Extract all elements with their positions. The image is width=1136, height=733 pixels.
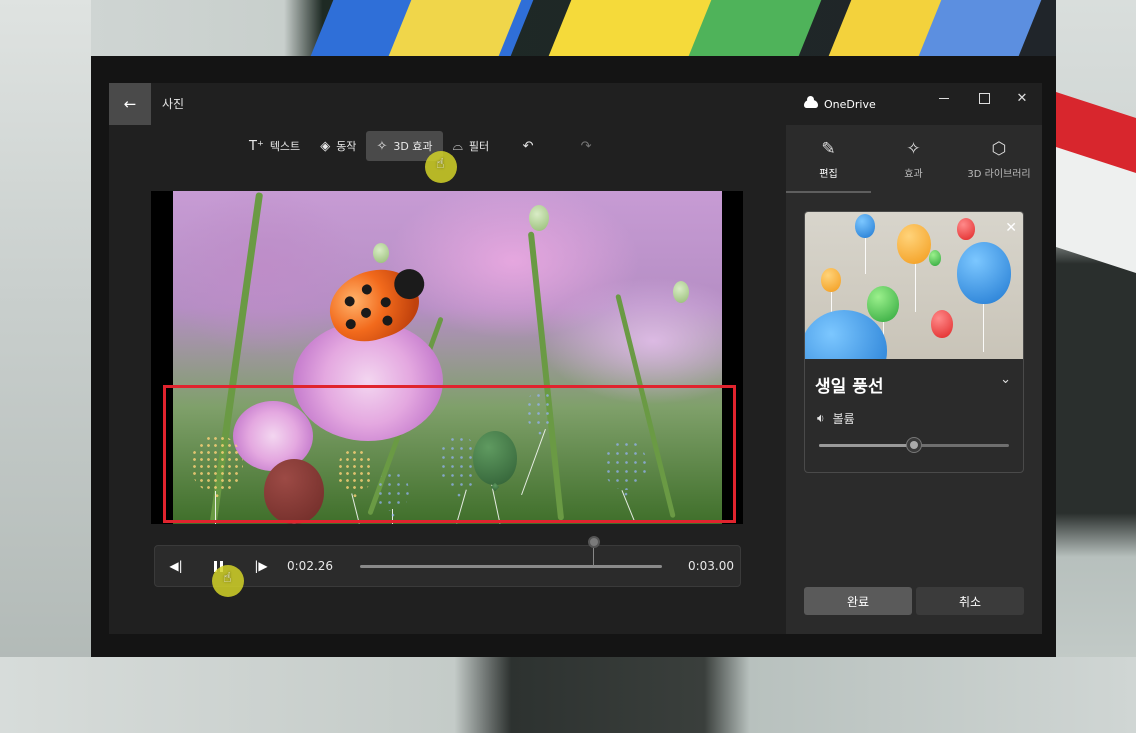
previous-frame-button[interactable]: ◀|	[165, 546, 187, 586]
hand-cursor-icon: ☝	[223, 570, 232, 586]
done-button[interactable]: 완료	[804, 587, 912, 615]
tab-effects[interactable]: ✧ 효과	[871, 125, 956, 193]
volume-slider-thumb[interactable]	[906, 437, 922, 453]
current-time: 0:02.26	[287, 559, 334, 573]
effect-title: 생일 풍선	[815, 377, 884, 397]
app-surface: ← 사진 OneDrive ✕ T⁺ 텍스트 ◈ 동작 ✧ 3D 효과 ⌓ 필터…	[109, 83, 1042, 634]
tab-edit[interactable]: ✎ 편집	[786, 125, 871, 193]
effect-card: ✕ 생일 풍선 ⌄ 🔉︎ 볼륨	[804, 211, 1024, 473]
remove-effect-button[interactable]: ✕	[1005, 220, 1017, 236]
onedrive-status[interactable]: OneDrive	[804, 83, 876, 125]
tab-3d-library[interactable]: ⬡ 3D 라이브러리	[956, 125, 1042, 193]
cancel-button[interactable]: 취소	[916, 587, 1024, 615]
text-tool-label: 텍스트	[269, 140, 301, 153]
filter-icon: ⌓	[452, 138, 463, 154]
step-forward-icon: |▶	[254, 559, 268, 573]
volume-slider-fill	[819, 444, 914, 447]
onedrive-label: OneDrive	[824, 97, 876, 111]
close-icon: ✕	[1016, 90, 1028, 106]
timeline-playhead[interactable]	[588, 536, 600, 548]
close-button[interactable]: ✕	[1002, 83, 1042, 113]
minimize-icon	[939, 97, 949, 99]
chevron-down-icon[interactable]: ⌄	[1000, 372, 1011, 387]
volume-label: 볼륨	[832, 412, 855, 426]
text-tool-button[interactable]: T⁺ 텍스트	[239, 131, 310, 161]
volume-row: 🔉︎ 볼륨	[817, 410, 855, 427]
filter-tool-label: 필터	[468, 140, 490, 153]
app-title: 사진	[162, 97, 185, 111]
pencil-icon: ✎	[821, 138, 836, 159]
photos-app-window: ← 사진 OneDrive ✕ T⁺ 텍스트 ◈ 동작 ✧ 3D 효과 ⌓ 필터…	[91, 56, 1056, 657]
volume-slider[interactable]	[819, 437, 1009, 453]
minimize-button[interactable]	[924, 83, 964, 113]
tab-edit-label: 편집	[819, 168, 838, 180]
3d-effects-tool-label: 3D 효과	[393, 140, 433, 153]
motion-tool-button[interactable]: ◈ 동작	[310, 131, 366, 161]
timeline-track[interactable]	[360, 565, 662, 568]
back-button[interactable]: ←	[109, 83, 151, 125]
cube-icon: ⬡	[991, 138, 1007, 159]
speaker-icon: 🔉︎	[817, 411, 825, 425]
sparkle-icon: ✧	[906, 138, 921, 159]
maximize-icon	[978, 92, 990, 104]
text-add-icon: T⁺	[249, 138, 264, 154]
edit-toolbar: T⁺ 텍스트 ◈ 동작 ✧ 3D 효과 ⌓ 필터 ↶ ↷	[239, 131, 615, 161]
total-time: 0:03.00	[687, 559, 734, 573]
tab-3d-library-label: 3D 라이브러리	[967, 168, 1031, 180]
back-arrow-icon: ←	[123, 95, 137, 113]
maximize-button[interactable]	[964, 83, 1004, 113]
redo-button[interactable]: ↷	[557, 131, 615, 161]
effect-thumbnail: ✕	[805, 212, 1023, 359]
3d-effects-icon: ✧	[376, 138, 388, 154]
motion-tool-label: 동작	[336, 140, 357, 153]
cloud-icon	[804, 96, 818, 108]
title-bar: ← 사진 OneDrive ✕	[109, 83, 1042, 125]
effects-side-panel: ✎ 편집 ✧ 효과 ⬡ 3D 라이브러리 ✕ 생일 풍선 ⌄ 🔉︎ 볼륨 완료 …	[786, 125, 1042, 634]
video-preview[interactable]	[151, 191, 743, 524]
motion-icon: ◈	[320, 138, 331, 154]
next-frame-button[interactable]: |▶	[250, 546, 272, 586]
undo-button[interactable]: ↶	[499, 131, 557, 161]
panel-tabs: ✎ 편집 ✧ 효과 ⬡ 3D 라이브러리	[786, 125, 1042, 193]
hand-cursor-icon: ☝	[436, 156, 445, 172]
undo-icon: ↶	[522, 138, 534, 154]
tab-effects-label: 효과	[904, 168, 923, 180]
step-back-icon: ◀|	[169, 559, 183, 573]
redo-icon: ↷	[580, 138, 592, 154]
balloon-placement-highlight	[163, 385, 736, 523]
